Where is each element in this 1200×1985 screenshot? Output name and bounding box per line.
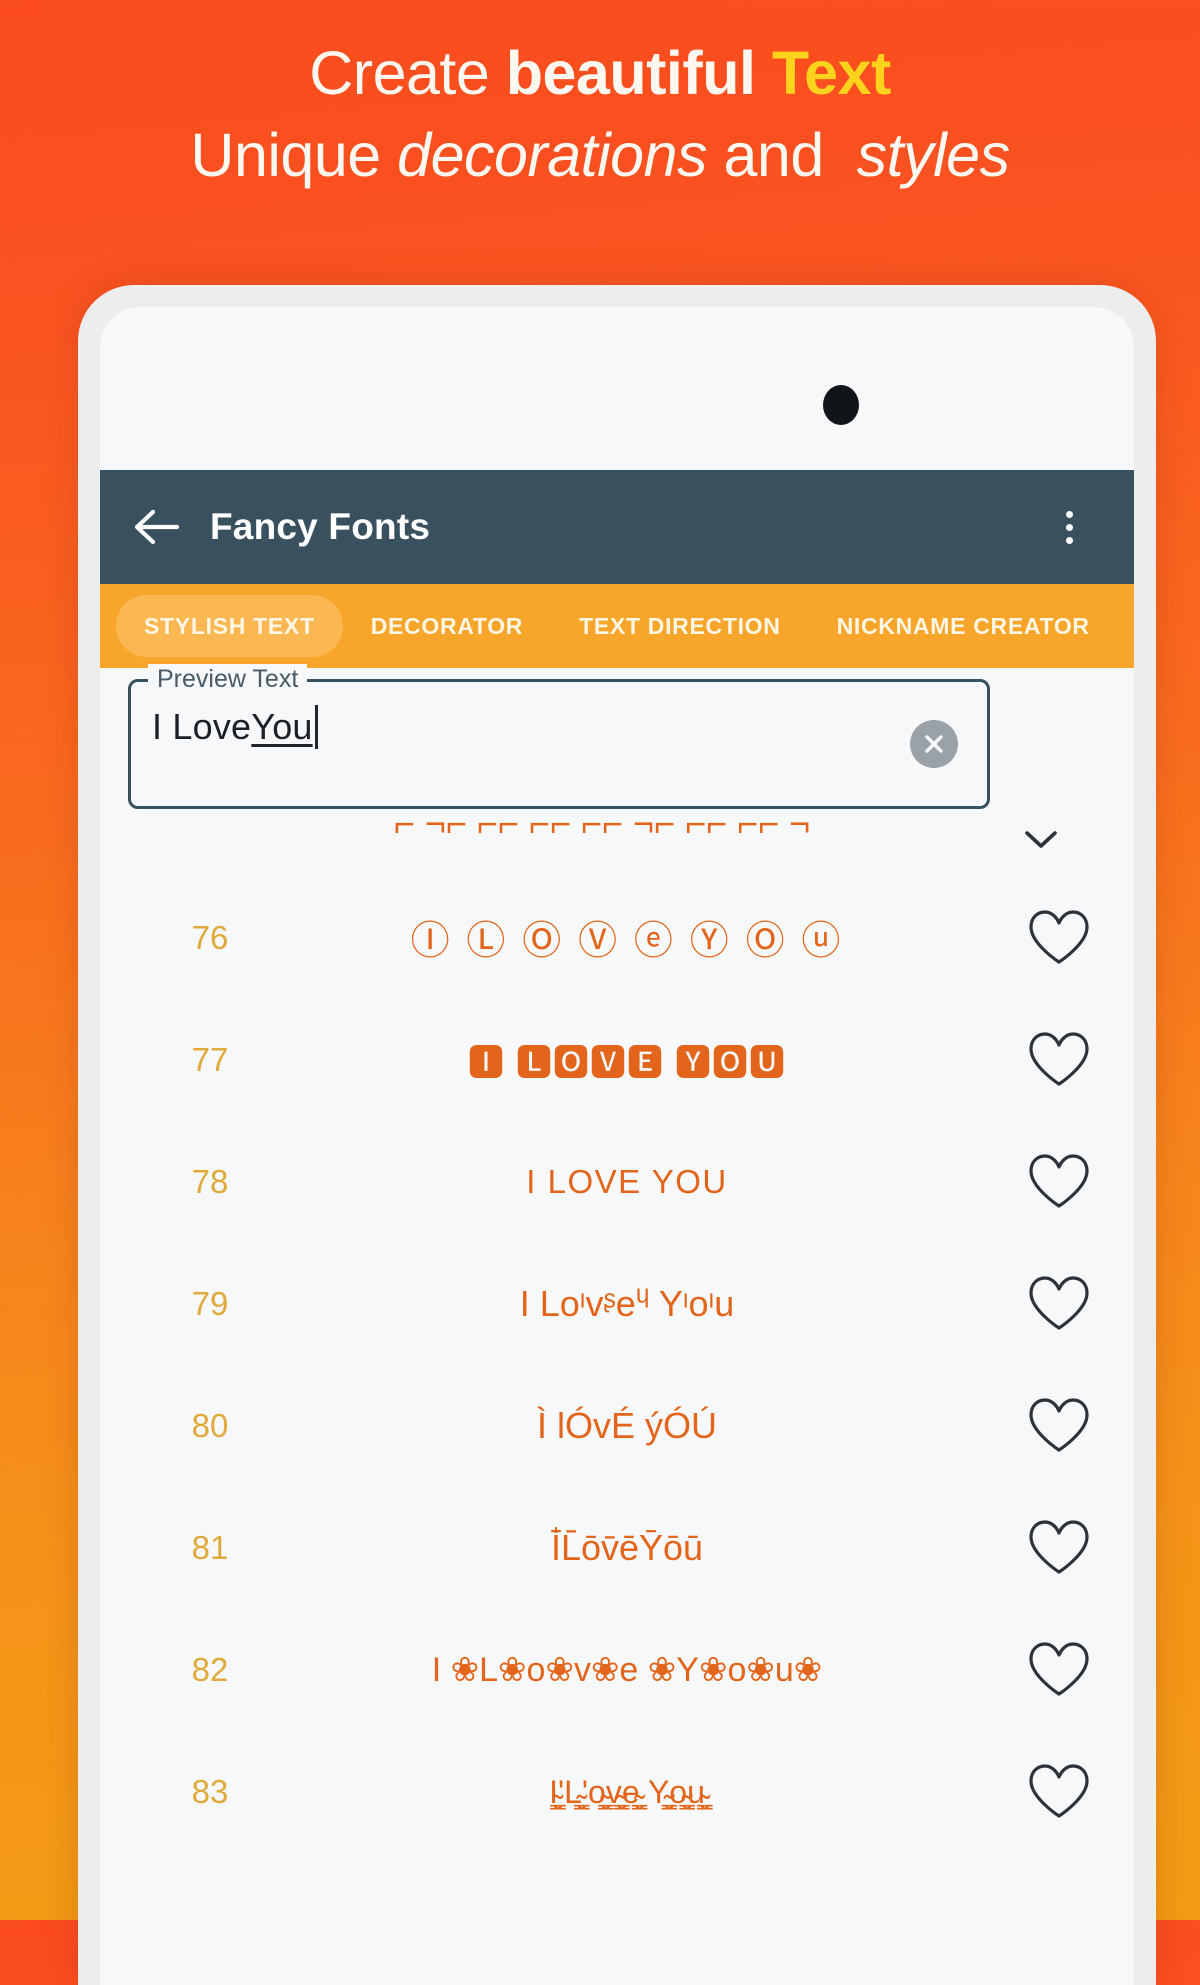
row-sample[interactable]: Ì lÓvÉ ýÓÚ <box>270 1405 984 1447</box>
promo-word-beautiful: beautiful <box>505 39 756 107</box>
text-caret <box>314 705 318 749</box>
row-index: 82 <box>191 1651 229 1688</box>
promo-word-unique: Unique <box>190 121 398 189</box>
heart-outline-icon[interactable] <box>984 1274 1134 1334</box>
tab-nickname-creator[interactable]: NICKNAME CREATOR <box>809 595 1118 657</box>
row-sample[interactable]: ⌐ ¬⌐ ⌐⌐ ⌐⌐ ⌐⌐ ¬⌐ ⌐⌐ ⌐⌐ ¬ <box>220 815 984 845</box>
app-bar: Fancy Fonts <box>100 470 1134 584</box>
row-index: 78 <box>191 1163 229 1200</box>
arrow-left-icon[interactable] <box>130 501 182 553</box>
table-row[interactable]: 77 🅸 🅻🅾🆅🅴 🆈🅾🆄 <box>100 999 1134 1121</box>
table-row[interactable]: 78 I LOVE YOU <box>100 1121 1134 1243</box>
heart-outline-icon[interactable] <box>984 1518 1134 1578</box>
heart-outline-icon[interactable] <box>984 1396 1134 1456</box>
phone-mockup: Fancy Fonts STYLISH TEXT DECORATOR TEXT … <box>78 285 1156 1985</box>
tab-bar[interactable]: STYLISH TEXT DECORATOR TEXT DIRECTION NI… <box>100 584 1134 668</box>
promo-headline: Create beautiful Text Unique decorations… <box>0 0 1200 198</box>
font-style-list[interactable]: ⌐ ¬⌐ ⌐⌐ ⌐⌐ ⌐⌐ ¬⌐ ⌐⌐ ⌐⌐ ¬ 76 Ⓘ Ⓛ Ⓞ Ⓥ ⓔ Ⓨ … <box>100 815 1134 1985</box>
promo-word-text: Text <box>771 39 891 107</box>
promo-word-and: and <box>707 121 841 189</box>
heart-outline-icon[interactable] <box>984 1762 1134 1822</box>
promo-word-create: Create <box>309 39 506 107</box>
row-sample[interactable]: Ī̍L̄ōv̄ēȲōū <box>270 1527 984 1569</box>
chevron-down-icon[interactable] <box>1024 829 1058 851</box>
preview-text-label: Preview Text <box>148 664 308 694</box>
row-sample[interactable]: I ❀L❀o❀v❀e ❀Y❀o❀u❀ <box>270 1650 984 1690</box>
preview-text-value-misspelled: You <box>251 706 313 747</box>
page-title: Fancy Fonts <box>210 506 431 547</box>
tab-stylish-text[interactable]: STYLISH TEXT <box>116 595 343 657</box>
tab-text-direction[interactable]: TEXT DIRECTION <box>551 595 808 657</box>
tab-decorator[interactable]: DECORATOR <box>343 595 551 657</box>
table-row[interactable]: 82 I ❀L❀o❀v❀e ❀Y❀o❀u❀ <box>100 1609 1134 1731</box>
row-sample[interactable]: I LOVE YOU <box>270 1163 984 1201</box>
table-row[interactable]: 83 I̴̬͇'L̴̬͇'o̴̬͇v̴̬͇e̴̬͇ Y̴̬͇o̴̬͇u̴̬͇ <box>100 1731 1134 1853</box>
list-item-partial[interactable]: ⌐ ¬⌐ ⌐⌐ ⌐⌐ ⌐⌐ ¬⌐ ⌐⌐ ⌐⌐ ¬ <box>100 815 1134 877</box>
heart-outline-icon[interactable] <box>984 1640 1134 1700</box>
camera-dot-icon <box>823 385 859 425</box>
preview-text-value-plain: I Love <box>152 706 252 747</box>
row-sample[interactable]: I̴̬͇'L̴̬͇'o̴̬͇v̴̬͇e̴̬͇ Y̴̬͇o̴̬͇u̴̬͇ <box>270 1774 984 1811</box>
table-row[interactable]: 79 I Loᶦvᶳeᶣ Yᶦoᶦu <box>100 1243 1134 1365</box>
row-sample[interactable]: 🅸 🅻🅾🆅🅴 🆈🅾🆄 <box>270 1034 984 1086</box>
more-vertical-icon[interactable] <box>1042 500 1096 554</box>
promo-word-styles: styles <box>856 121 1010 189</box>
heart-outline-icon[interactable] <box>984 908 1134 968</box>
heart-outline-icon[interactable] <box>984 1152 1134 1212</box>
table-row[interactable]: 80 Ì lÓvÉ ýÓÚ <box>100 1365 1134 1487</box>
promo-word-decorations: decorations <box>397 121 708 189</box>
row-index: 83 <box>191 1773 229 1810</box>
heart-outline-icon[interactable] <box>984 1030 1134 1090</box>
table-row[interactable]: 76 Ⓘ Ⓛ Ⓞ Ⓥ ⓔ Ⓨ Ⓞ ⓤ <box>100 877 1134 999</box>
row-sample[interactable]: Ⓘ Ⓛ Ⓞ Ⓥ ⓔ Ⓨ Ⓞ ⓤ <box>270 910 984 966</box>
preview-text-value[interactable]: I Love You <box>152 705 318 749</box>
promo-headline-line-2: Unique decorations and styles <box>0 112 1200 198</box>
row-index: 76 <box>191 919 229 956</box>
clear-circle-icon[interactable] <box>910 720 958 768</box>
promo-headline-line-1: Create beautiful Text <box>0 34 1200 112</box>
row-sample[interactable]: I Loᶦvᶳeᶣ Yᶦoᶦu <box>270 1283 984 1325</box>
row-index: 77 <box>191 1041 229 1078</box>
phone-screen: Fancy Fonts STYLISH TEXT DECORATOR TEXT … <box>100 307 1134 1985</box>
preview-text-field[interactable]: Preview Text I Love You <box>128 664 990 809</box>
table-row[interactable]: 81 Ī̍L̄ōv̄ēȲōū <box>100 1487 1134 1609</box>
row-index: 79 <box>191 1285 229 1322</box>
row-index: 80 <box>191 1407 229 1444</box>
row-index: 81 <box>191 1529 229 1566</box>
